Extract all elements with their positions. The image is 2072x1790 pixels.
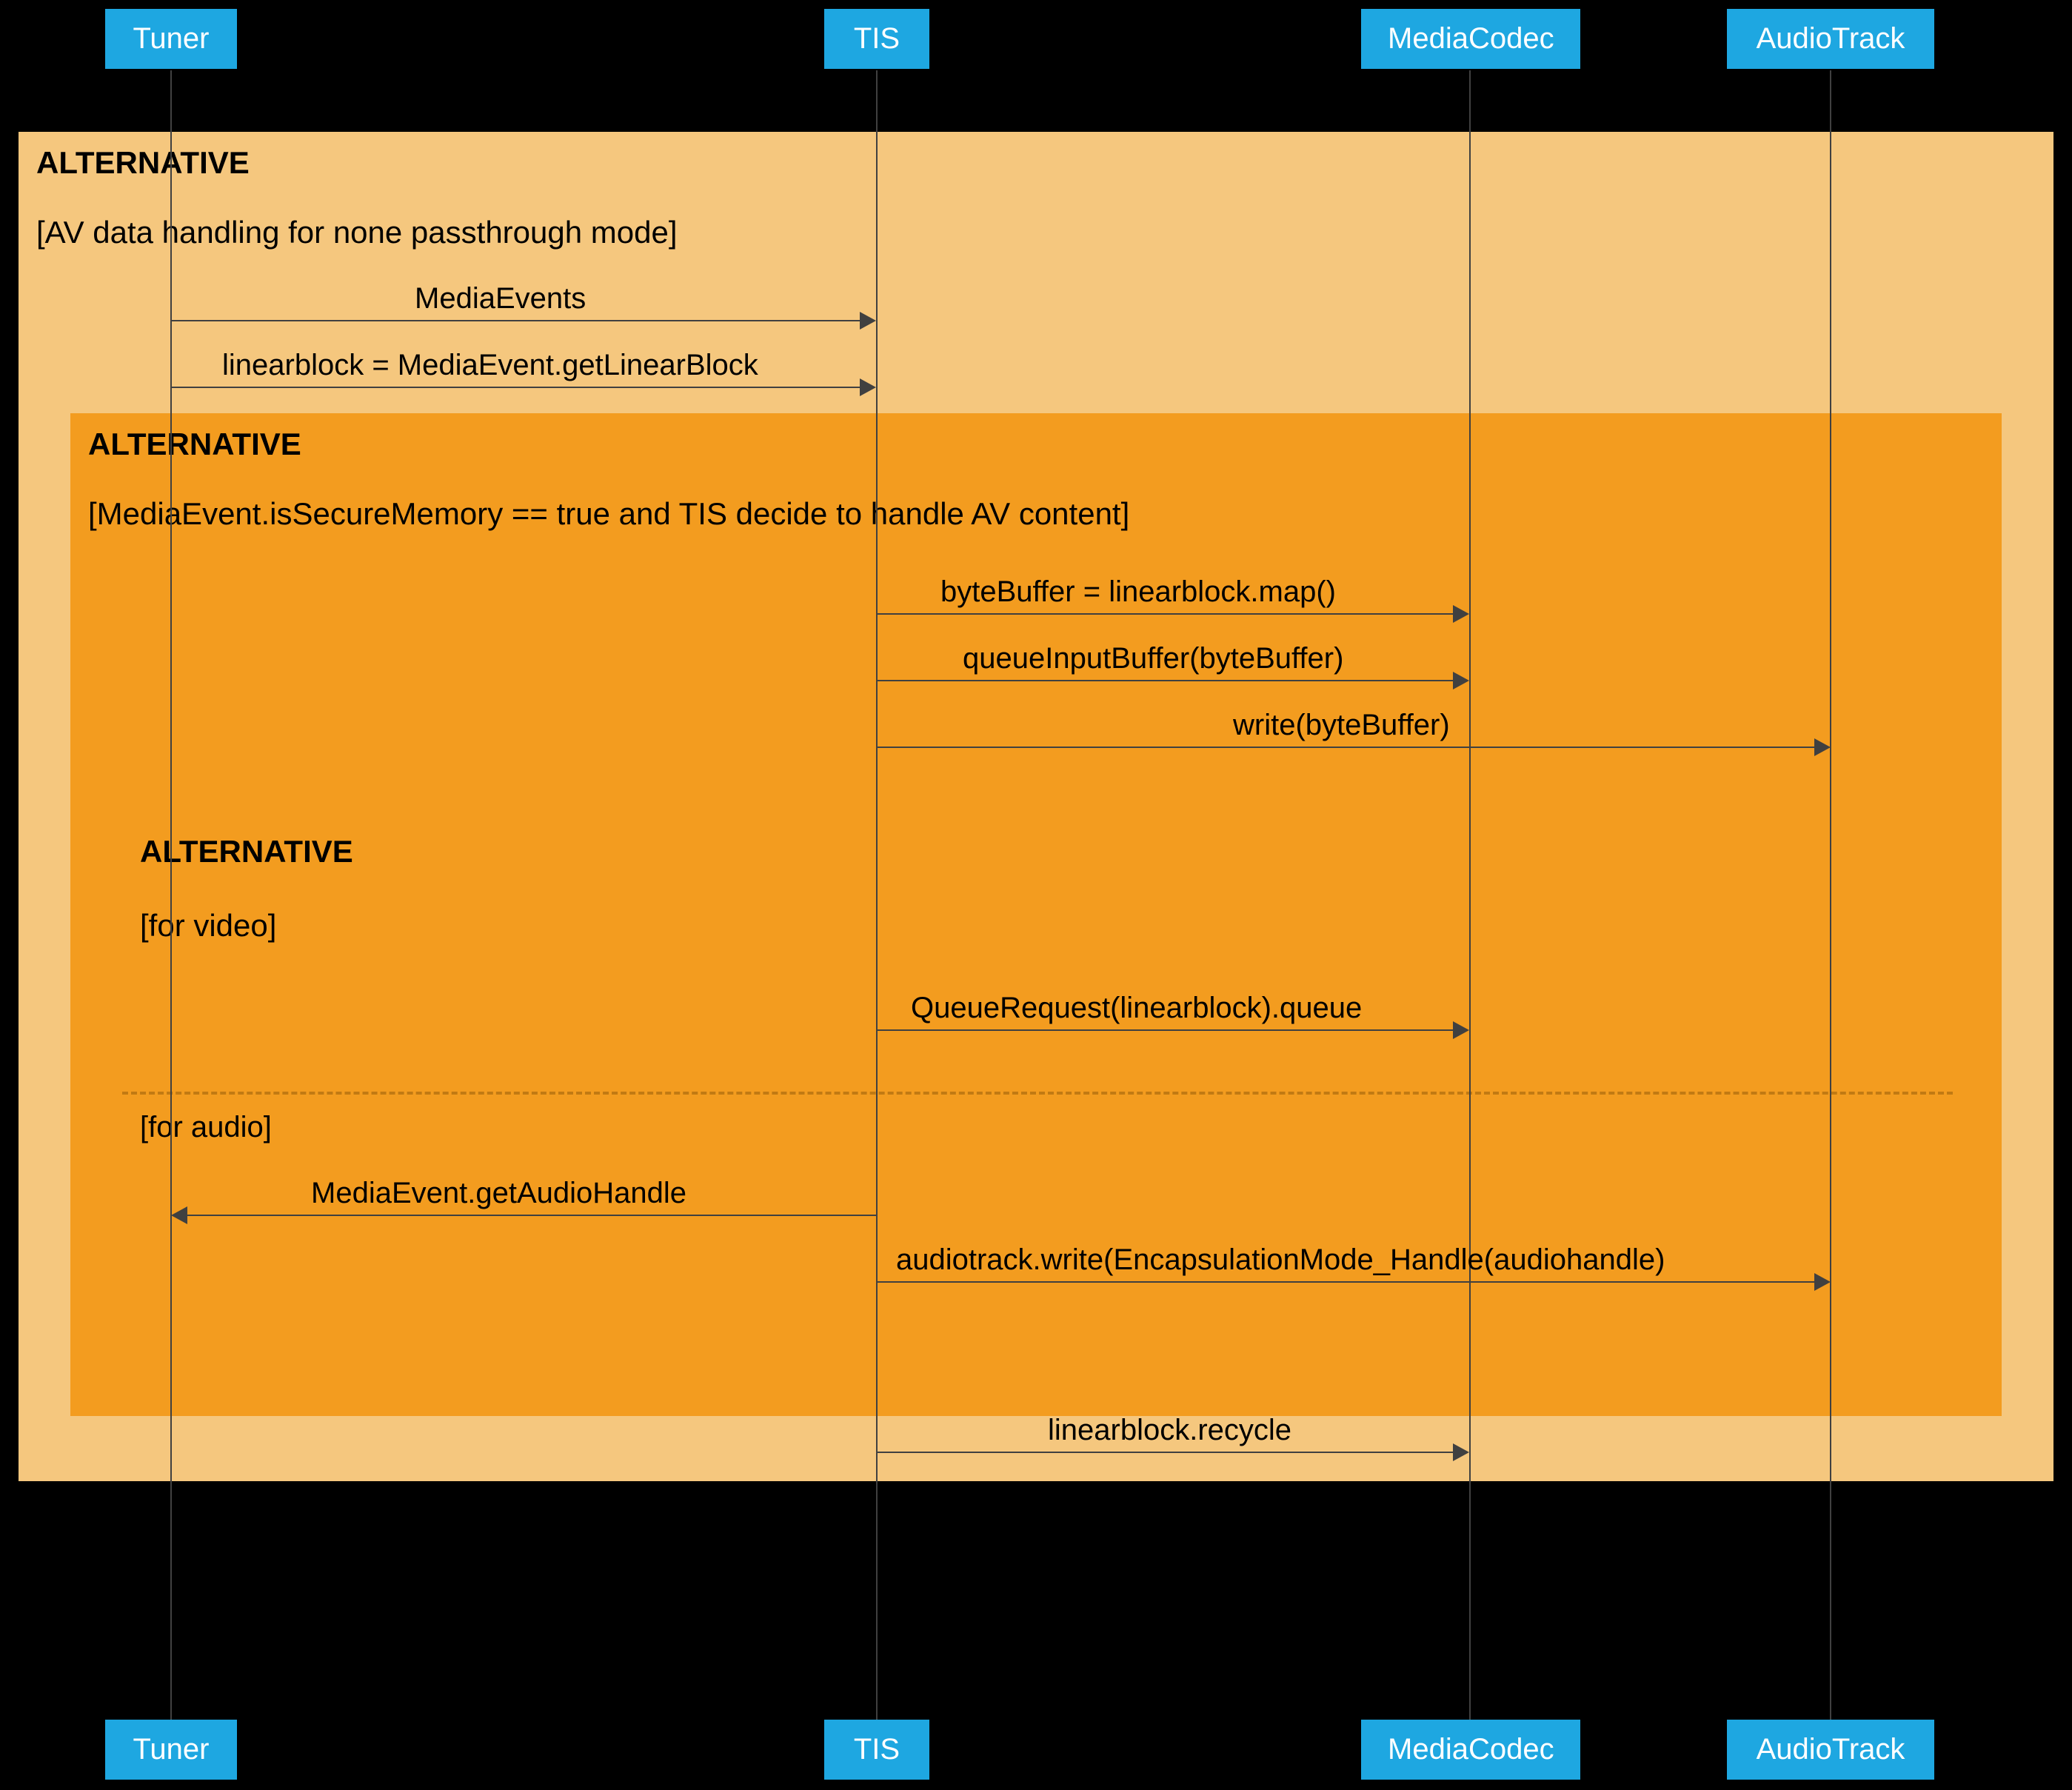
msg-mediaevents-arrow xyxy=(860,312,876,330)
participant-mediacodec-top: MediaCodec xyxy=(1361,9,1580,69)
msg-getaudiohandle-arrow xyxy=(171,1206,187,1224)
msg-recycle-line xyxy=(877,1452,1460,1453)
lifeline-tuner-over xyxy=(170,132,172,1481)
msg-queuerequest-arrow xyxy=(1453,1021,1469,1039)
participant-audiotrack-bottom: AudioTrack xyxy=(1727,1720,1934,1780)
participant-tuner-bottom: Tuner xyxy=(105,1720,237,1780)
alt-inner-cond-a: [for video] xyxy=(140,908,276,944)
msg-write-arrow xyxy=(1814,738,1831,756)
participant-mediacodec-bottom: MediaCodec xyxy=(1361,1720,1580,1780)
lifeline-tis-over xyxy=(876,132,878,1481)
msg-queueinput-label: queueInputBuffer(byteBuffer) xyxy=(963,642,1343,675)
msg-getlinearblock-line xyxy=(171,387,867,388)
alt-outer-title: ALTERNATIVE xyxy=(36,145,250,181)
msg-queueinput-line xyxy=(877,680,1460,681)
msg-map-line xyxy=(877,613,1460,615)
participant-tis-bottom: TIS xyxy=(824,1720,929,1780)
msg-getaudiohandle-line xyxy=(180,1215,877,1216)
msg-mediaevents-line xyxy=(171,320,867,321)
msg-encap-arrow xyxy=(1814,1273,1831,1291)
msg-getaudiohandle-label: MediaEvent.getAudioHandle xyxy=(311,1177,686,1210)
alt-inner-cond-b: [for audio] xyxy=(140,1111,272,1144)
msg-encap-label: audiotrack.write(EncapsulationMode_Handl… xyxy=(896,1243,1665,1277)
msg-queuerequest-line xyxy=(877,1029,1460,1031)
msg-getlinearblock-arrow xyxy=(860,378,876,396)
participant-tuner-top: Tuner xyxy=(105,9,237,69)
msg-encap-line xyxy=(877,1281,1822,1283)
msg-queueinput-arrow xyxy=(1453,672,1469,689)
participant-tis-top: TIS xyxy=(824,9,929,69)
msg-queuerequest-label: QueueRequest(linearblock).queue xyxy=(911,992,1362,1025)
alt-inner-divider xyxy=(122,1092,1953,1095)
msg-write-label: write(byteBuffer) xyxy=(1233,709,1450,742)
lifeline-mediacodec-over xyxy=(1469,132,1471,1481)
msg-map-label: byteBuffer = linearblock.map() xyxy=(940,575,1336,609)
msg-recycle-label: linearblock.recycle xyxy=(1048,1414,1291,1447)
participant-audiotrack-top: AudioTrack xyxy=(1727,9,1934,69)
msg-recycle-arrow xyxy=(1453,1443,1469,1461)
alt-mid-title: ALTERNATIVE xyxy=(88,427,301,462)
alt-mid-cond: [MediaEvent.isSecureMemory == true and T… xyxy=(88,496,1129,532)
msg-map-arrow xyxy=(1453,605,1469,623)
msg-mediaevents-label: MediaEvents xyxy=(415,282,586,315)
msg-write-line xyxy=(877,747,1822,748)
alt-inner-title: ALTERNATIVE xyxy=(140,834,353,869)
alt-outer-cond: [AV data handling for none passthrough m… xyxy=(36,215,678,250)
msg-getlinearblock-label: linearblock = MediaEvent.getLinearBlock xyxy=(222,349,758,382)
